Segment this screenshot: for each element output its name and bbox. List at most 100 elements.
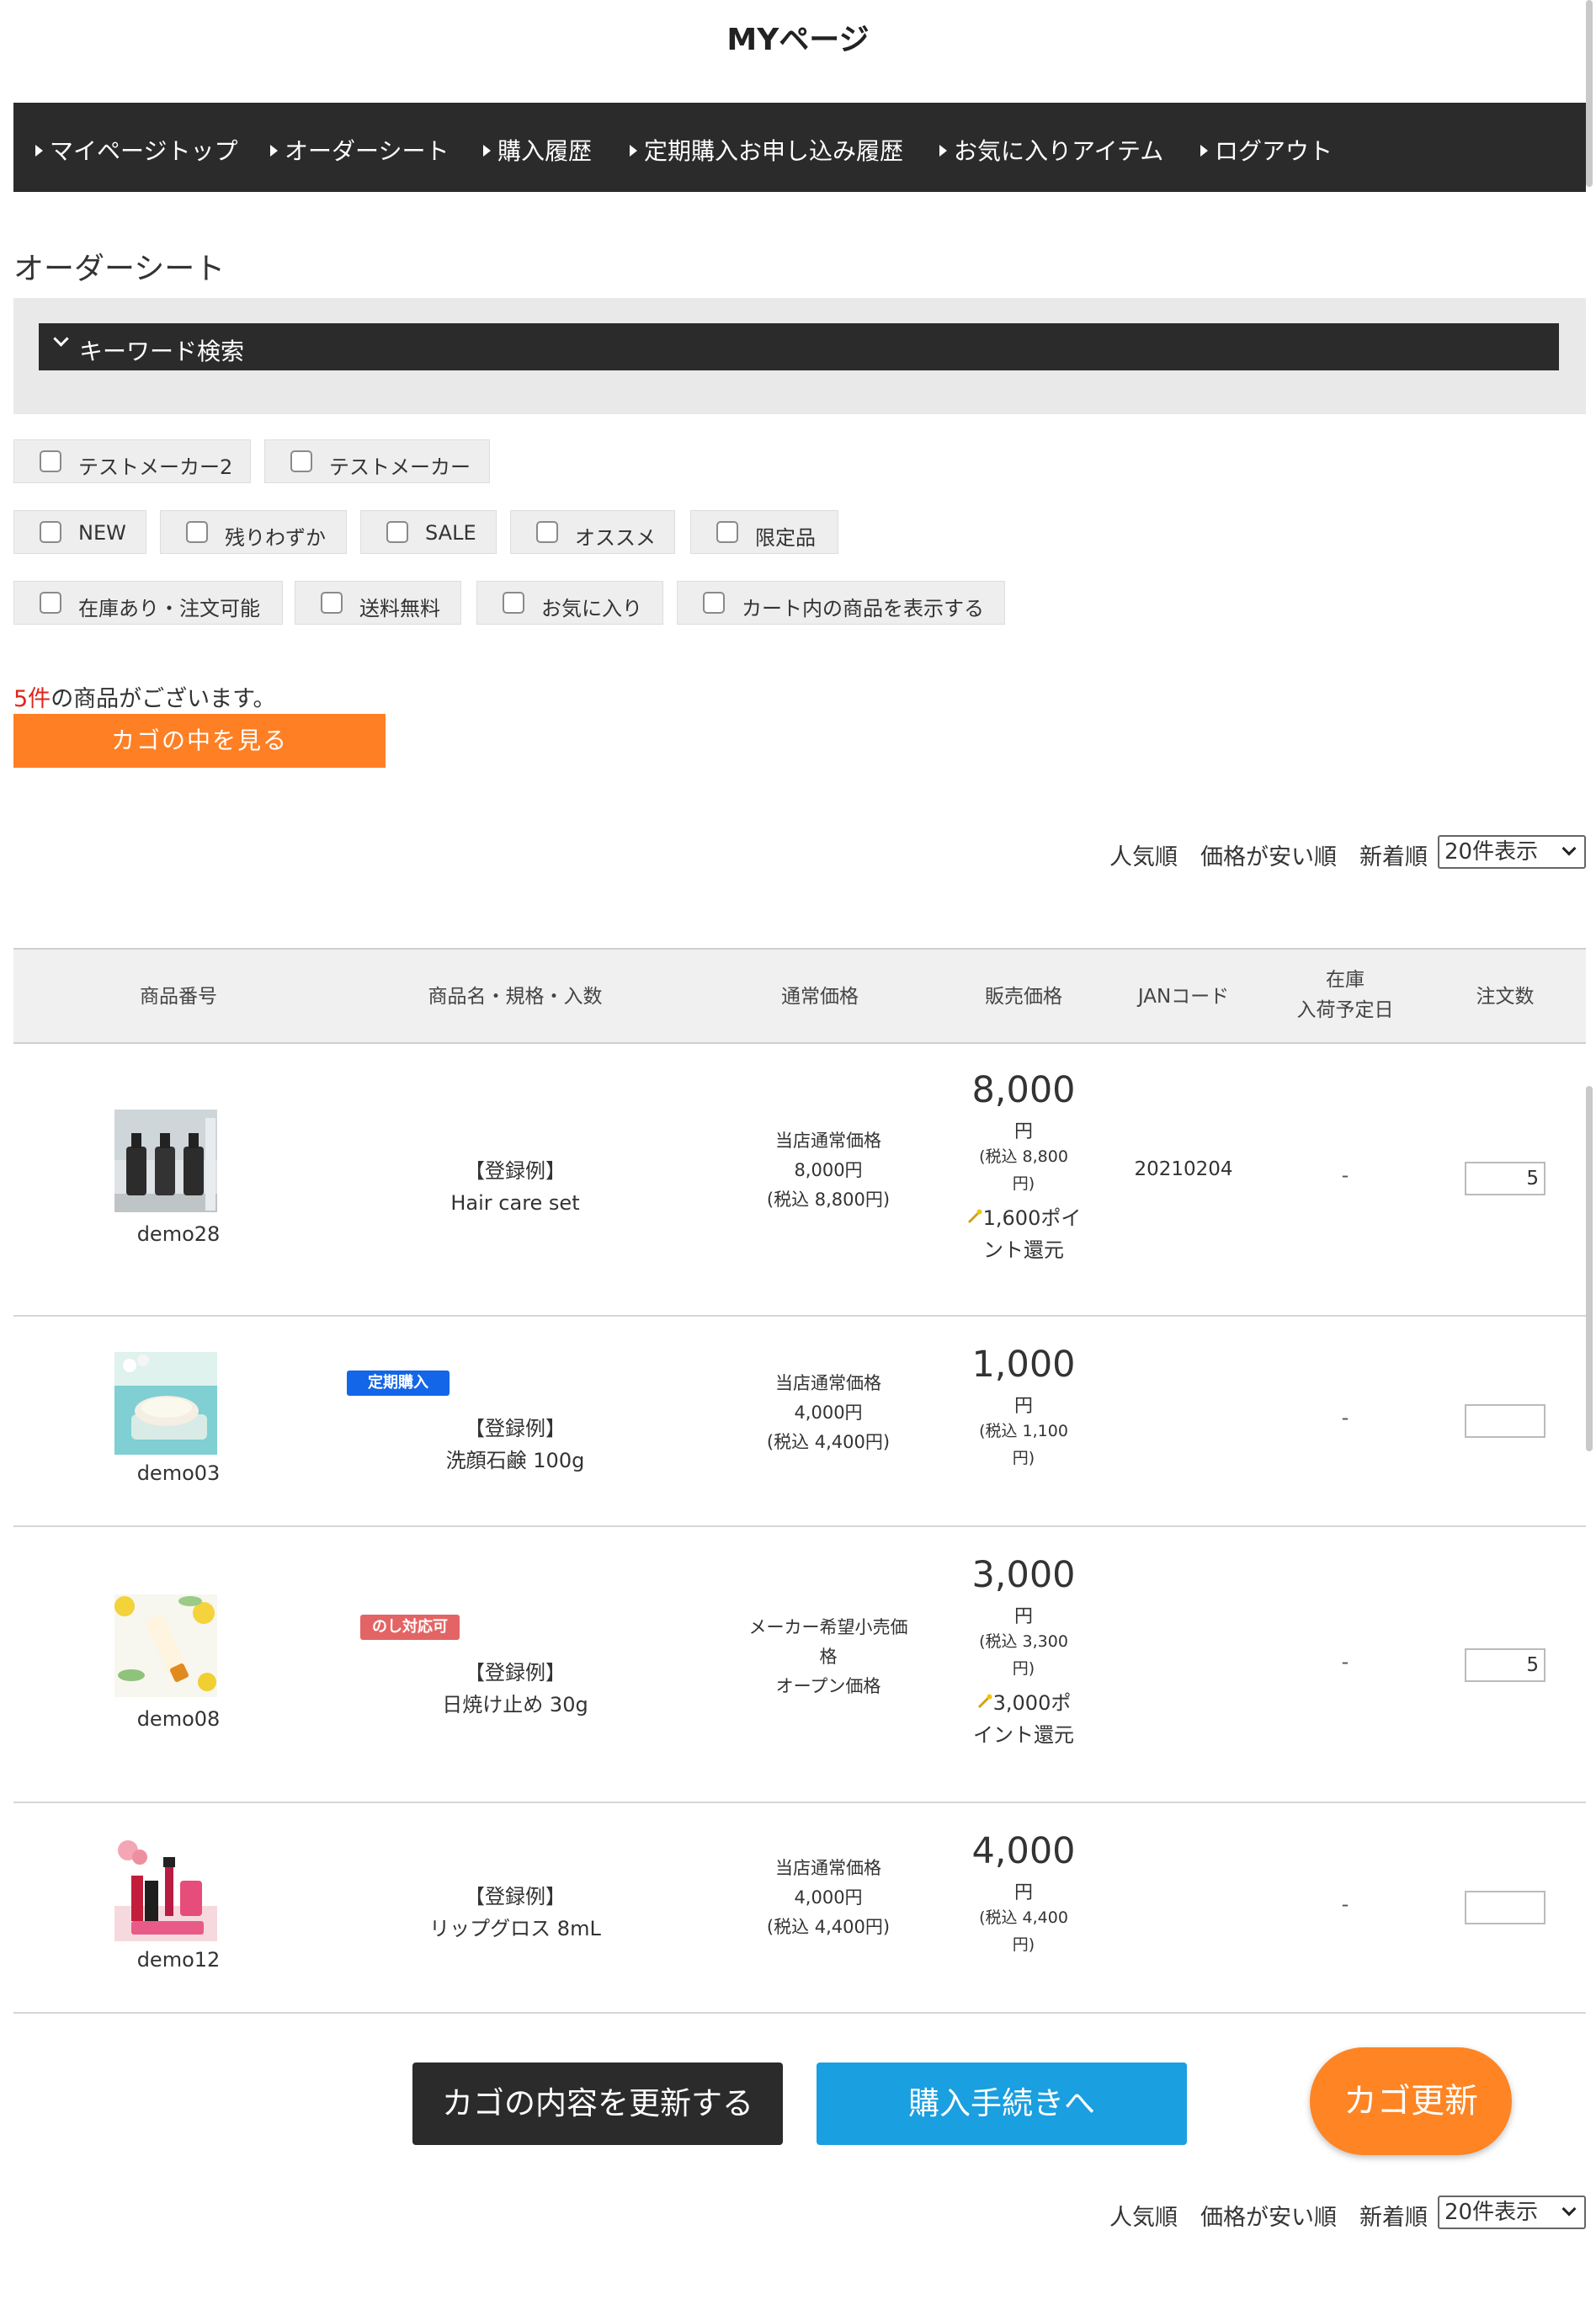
sort-price-low-link[interactable]: 価格が安い順 bbox=[1200, 838, 1337, 871]
checkbox[interactable] bbox=[386, 521, 408, 543]
sort-popular-link[interactable]: 人気順 bbox=[1109, 838, 1178, 871]
quantity-input[interactable]: 5 bbox=[1465, 1162, 1545, 1195]
table-scrollbar-thumb[interactable] bbox=[1586, 1086, 1593, 1451]
table-row: demo12 【登録例】 リップグロス 8mL 当店通常価格 4,000円 (税… bbox=[13, 1803, 1586, 2014]
filter-tag-sale[interactable]: SALE bbox=[360, 510, 497, 554]
subscription-badge: 定期購入 bbox=[347, 1371, 450, 1396]
keyword-search-label: キーワード検索 bbox=[79, 338, 245, 365]
product-image[interactable] bbox=[114, 1594, 217, 1697]
filter-tag-low-stock[interactable]: 残りわずか bbox=[160, 510, 347, 554]
regular-price-tax: (税込 4,400円) bbox=[766, 1432, 891, 1452]
sort-popular-link-bottom[interactable]: 人気順 bbox=[1109, 2199, 1178, 2232]
sale-price: 3,000 円 (税込 3,300 円) 3,000ポ イント還元 bbox=[939, 1554, 1108, 1751]
filter-label: 限定品 bbox=[755, 526, 816, 550]
per-page-select[interactable]: 20件表示 bbox=[1438, 835, 1586, 869]
nav-item-purchase-history[interactable]: 購入履歴 bbox=[483, 133, 592, 167]
regular-price-value: 格 bbox=[819, 1647, 838, 1667]
filter-in-stock[interactable]: 在庫あり・注文可能 bbox=[13, 581, 283, 625]
nav-item-logout[interactable]: ログアウト bbox=[1200, 133, 1333, 167]
header-regular-price: 通常価格 bbox=[781, 986, 859, 1008]
product-name[interactable]: 【登録例】 日焼け止め 30g bbox=[389, 1657, 641, 1721]
product-image[interactable] bbox=[114, 1352, 217, 1455]
sale-price: 1,000 円 (税込 1,100 円) bbox=[939, 1344, 1108, 1472]
sort-newest-link-bottom[interactable]: 新着順 bbox=[1359, 2199, 1428, 2232]
header-stock-line1: 在庫 bbox=[1326, 969, 1365, 991]
checkbox[interactable] bbox=[40, 450, 61, 472]
product-code[interactable]: demo03 bbox=[94, 1461, 263, 1485]
filter-free-shipping[interactable]: 送料無料 bbox=[295, 581, 461, 625]
floating-cart-update-button[interactable]: カゴ更新 bbox=[1310, 2047, 1512, 2155]
checkbox[interactable] bbox=[40, 521, 61, 543]
filter-label: SALE bbox=[425, 521, 476, 545]
stock-status: - bbox=[1341, 1163, 1349, 1187]
cart-count: 5件 bbox=[13, 686, 51, 712]
sort-newest-link[interactable]: 新着順 bbox=[1359, 838, 1428, 871]
stock-status: - bbox=[1341, 1650, 1349, 1674]
table-row: demo28 【登録例】 Hair care set 当店通常価格 8,000円… bbox=[13, 1042, 1586, 1317]
regular-price-label: 当店通常価格 bbox=[775, 1131, 881, 1151]
checkbox[interactable] bbox=[186, 521, 208, 543]
quantity-input[interactable] bbox=[1465, 1891, 1545, 1924]
checkbox[interactable] bbox=[321, 592, 343, 614]
checkbox[interactable] bbox=[503, 592, 524, 614]
filter-label: お気に入り bbox=[541, 597, 642, 620]
nav-item-label: ログアウト bbox=[1215, 137, 1333, 165]
cart-count-text: 5件の商品がございます。 bbox=[13, 680, 276, 713]
sale-price-value: 8,000 bbox=[971, 1069, 1076, 1111]
product-name[interactable]: 【登録例】 洗顔石鹸 100g bbox=[389, 1413, 641, 1477]
filter-favorites[interactable]: お気に入り bbox=[476, 581, 663, 625]
checkbox[interactable] bbox=[716, 521, 738, 543]
per-page-select-bottom[interactable]: 20件表示 bbox=[1438, 2196, 1586, 2229]
per-page-value: 20件表示 bbox=[1444, 2200, 1539, 2225]
nav-item-label: オーダーシート bbox=[285, 137, 450, 165]
nav-item-favorites[interactable]: お気に入りアイテム bbox=[939, 133, 1163, 167]
nav-item-label: 定期購入お申し込み履歴 bbox=[644, 137, 904, 165]
chevron-down-icon bbox=[1561, 2201, 1577, 2217]
filter-tag-limited[interactable]: 限定品 bbox=[690, 510, 838, 554]
filter-show-cart-items[interactable]: カート内の商品を表示する bbox=[677, 581, 1005, 625]
nav-item-mypage-top[interactable]: マイページトップ bbox=[35, 133, 237, 167]
cart-count-suffix: の商品がございます。 bbox=[51, 686, 276, 712]
product-code[interactable]: demo08 bbox=[94, 1707, 263, 1731]
checkbox[interactable] bbox=[290, 450, 312, 472]
filter-label: オススメ bbox=[575, 526, 656, 550]
section-title: オーダーシート bbox=[13, 252, 226, 286]
product-name[interactable]: 【登録例】 リップグロス 8mL bbox=[389, 1881, 641, 1945]
filter-maker-test-maker[interactable]: テストメーカー bbox=[264, 439, 490, 483]
product-image[interactable] bbox=[114, 1839, 217, 1941]
header-jan-code: JANコード bbox=[1137, 986, 1230, 1008]
regular-price: 当店通常価格 4,000円 (税込 4,400円) bbox=[736, 1854, 921, 1942]
per-page-value: 20件表示 bbox=[1444, 839, 1539, 865]
checkbox[interactable] bbox=[40, 592, 61, 614]
filter-tag-new[interactable]: NEW bbox=[13, 510, 146, 554]
regular-price-value: 4,000円 bbox=[794, 1887, 863, 1908]
regular-price: 当店通常価格 8,000円 (税込 8,800円) bbox=[736, 1126, 921, 1215]
page-scrollbar-thumb[interactable] bbox=[1586, 0, 1593, 187]
header-qty: 注文数 bbox=[1476, 986, 1535, 1008]
view-cart-button[interactable]: カゴの中を見る bbox=[13, 714, 386, 768]
product-image[interactable] bbox=[114, 1110, 217, 1212]
keyword-search-toggle[interactable]: キーワード検索 bbox=[39, 323, 1559, 370]
points-line1: 3,000ポ bbox=[992, 1691, 1072, 1715]
quantity-input[interactable] bbox=[1465, 1404, 1545, 1438]
nav-item-order-sheet[interactable]: オーダーシート bbox=[270, 133, 449, 167]
quantity-input[interactable]: 5 bbox=[1465, 1648, 1545, 1682]
product-code[interactable]: demo12 bbox=[94, 1948, 263, 1972]
sort-price-low-link-bottom[interactable]: 価格が安い順 bbox=[1200, 2199, 1337, 2232]
checkbox[interactable] bbox=[536, 521, 558, 543]
checkbox[interactable] bbox=[703, 592, 725, 614]
filter-tag-recommended[interactable]: オススメ bbox=[510, 510, 675, 554]
product-name[interactable]: 【登録例】 Hair care set bbox=[389, 1155, 641, 1219]
product-title: 洗顔石鹸 100g bbox=[445, 1449, 585, 1472]
update-cart-button[interactable]: カゴの内容を更新する bbox=[412, 2062, 783, 2145]
sale-price: 4,000 円 (税込 4,400 円) bbox=[939, 1830, 1108, 1958]
checkout-button[interactable]: 購入手続きへ bbox=[817, 2062, 1187, 2145]
sale-price-tax-line1: (税込 4,400 bbox=[979, 1908, 1068, 1927]
table-row: demo03 定期購入 【登録例】 洗顔石鹸 100g 当店通常価格 4,000… bbox=[13, 1317, 1586, 1527]
product-prefix: 【登録例】 bbox=[465, 1885, 566, 1908]
regular-price: 当店通常価格 4,000円 (税込 4,400円) bbox=[736, 1369, 921, 1457]
product-code[interactable]: demo28 bbox=[94, 1222, 263, 1246]
product-prefix: 【登録例】 bbox=[465, 1159, 566, 1183]
filter-maker-test-maker-2[interactable]: テストメーカー2 bbox=[13, 439, 251, 483]
nav-item-subscription-history[interactable]: 定期購入お申し込み履歴 bbox=[630, 133, 903, 167]
